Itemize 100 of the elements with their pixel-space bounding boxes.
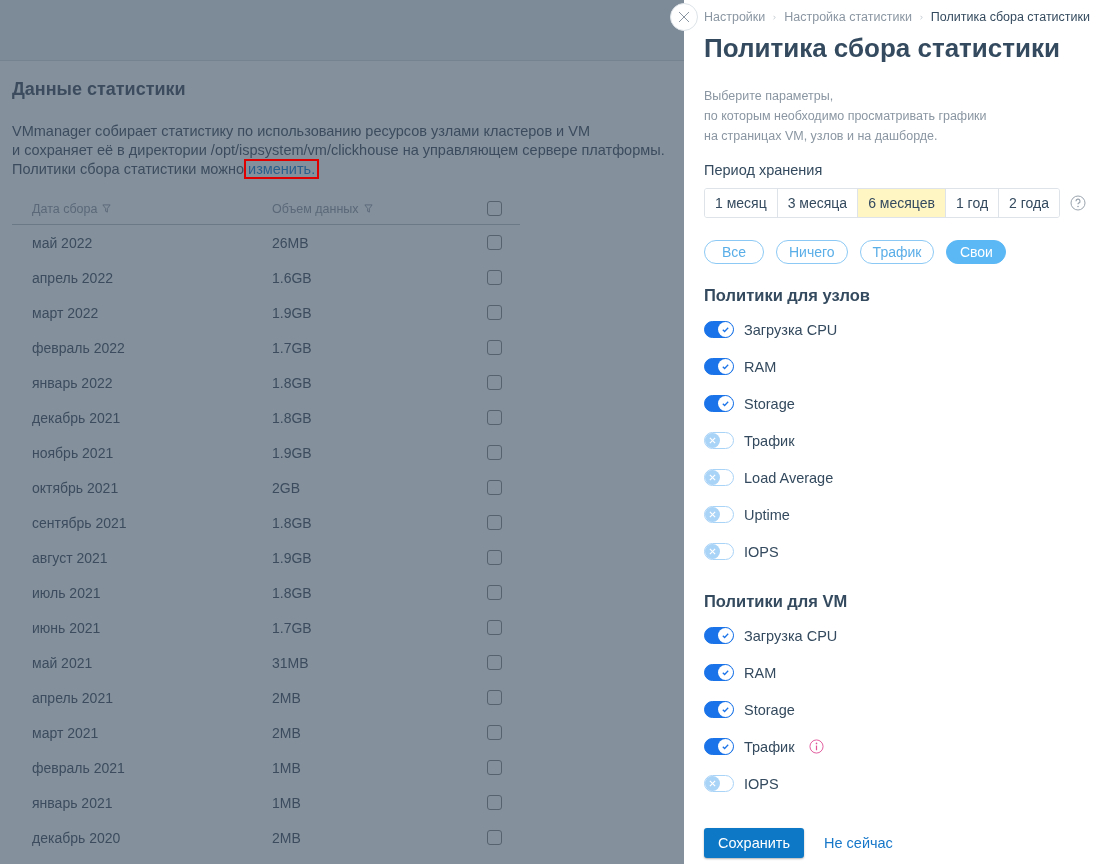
toggle-label: Load Average [744, 469, 834, 486]
date-cell-text: октябрь 2021 [32, 479, 120, 496]
date-cell-text: март 2021 [32, 724, 100, 741]
size-cell-text: 1MB [272, 794, 302, 811]
row-checkbox[interactable] [487, 620, 502, 635]
size-cell-text: 1.7GB [272, 339, 313, 356]
size-cell-text: 1.8GB [272, 584, 313, 601]
period-option[interactable]: 6 месяцев [857, 189, 945, 217]
breadcrumb[interactable]: Настройки [704, 10, 766, 24]
size-cell-text: 1.9GB [272, 304, 313, 321]
date-cell-text: май 2021 [32, 654, 94, 671]
check-icon [721, 631, 730, 640]
date-cell-text: январь 2022 [32, 374, 114, 391]
size-cell-text: 2MB [272, 724, 302, 741]
row-checkbox[interactable] [487, 340, 502, 355]
toggle-label: RAM [744, 664, 777, 681]
filter-icon[interactable] [102, 204, 112, 213]
toggle-label: Storage [744, 395, 795, 412]
cross-icon [709, 548, 716, 555]
size-cell-text: 2MB [272, 829, 302, 846]
cross-icon [709, 437, 716, 444]
toggle-label: Storage [744, 701, 795, 718]
toggle-label: Загрузка CPU [744, 321, 838, 338]
row-checkbox[interactable] [487, 760, 502, 775]
size-cell-text: 1.8GB [272, 514, 313, 531]
cross-icon [709, 474, 716, 481]
policy-note: Политики сбора статистики можно изменить. [12, 160, 672, 179]
check-icon [721, 362, 730, 371]
size-cell-text: 1.6GB [272, 269, 313, 286]
date-cell-text: апрель 2022 [32, 269, 114, 286]
row-checkbox[interactable] [487, 655, 502, 670]
breadcrumb[interactable]: Настройка статистики [784, 10, 912, 24]
size-cell-text: 1.9GB [272, 444, 313, 461]
toggle-label: IOPS [744, 775, 779, 792]
date-cell-text: декабрь 2020 [32, 829, 122, 846]
check-icon [721, 705, 730, 714]
row-checkbox[interactable] [487, 480, 502, 495]
row-checkbox[interactable] [487, 375, 502, 390]
toggle-switch[interactable] [704, 627, 734, 644]
size-cell-text: 31MB [272, 654, 310, 671]
date-cell-text: май 2022 [32, 234, 94, 251]
cancel-link[interactable]: Не сейчас [824, 835, 893, 851]
check-icon [721, 325, 730, 334]
toggle-switch[interactable] [704, 701, 734, 718]
description-text: и сохраняет её в директории /opt/ispsystem/vm/clickhouse на управляющем сервере платформы. [12, 141, 666, 160]
toggle-label: Трафик [744, 432, 795, 449]
panel-title: Политика сбора статистики [704, 32, 1061, 64]
check-icon [721, 399, 730, 408]
date-cell-text: июнь 2021 [32, 619, 102, 636]
row-checkbox[interactable] [487, 725, 502, 740]
date-cell-text: февраль 2021 [32, 759, 126, 776]
panel-description: Выберите параметры, по которым необходимо просматривать графики на страницах VM, узлов и на дашборде. [704, 88, 988, 145]
size-cell-text: 26MB [272, 234, 310, 251]
toggle-switch[interactable] [704, 664, 734, 681]
info-icon[interactable] [808, 739, 824, 754]
save-button[interactable]: Сохранить [704, 828, 804, 858]
preset-button[interactable]: Ничего [776, 240, 848, 264]
toggle-label: Uptime [744, 506, 790, 523]
filter-icon[interactable] [363, 204, 373, 213]
row-checkbox[interactable] [487, 515, 502, 530]
help-icon[interactable] [1070, 195, 1086, 211]
size-cell-text: 2GB [272, 479, 301, 496]
size-cell-text: 1.9GB [272, 549, 313, 566]
date-cell-text: апрель 2021 [32, 689, 114, 706]
size-cell-text: 1.7GB [272, 619, 313, 636]
row-checkbox[interactable] [487, 305, 502, 320]
toggle-switch[interactable] [704, 395, 734, 412]
preset-button[interactable]: Свои [946, 240, 1007, 264]
row-checkbox[interactable] [487, 550, 502, 565]
page-title: Данные статистики [12, 79, 187, 100]
section-title: Политики для VM [704, 592, 849, 611]
date-cell-text: декабрь 2021 [32, 409, 122, 426]
row-checkbox[interactable] [487, 235, 502, 250]
toggle-switch[interactable] [704, 321, 734, 338]
row-checkbox[interactable] [487, 795, 502, 810]
preset-button[interactable]: Трафик [859, 240, 935, 264]
row-checkbox[interactable] [487, 830, 502, 845]
period-option[interactable]: 2 года [998, 189, 1059, 217]
toggle-label: IOPS [744, 543, 779, 560]
row-checkbox[interactable] [487, 690, 502, 705]
date-cell-text: июль 2021 [32, 584, 102, 601]
toggle-label: Трафик [744, 738, 795, 755]
row-checkbox[interactable] [487, 585, 502, 600]
preset-button[interactable]: Все [704, 240, 764, 264]
size-cell-text: 1.8GB [272, 374, 313, 391]
toggle-switch[interactable] [704, 358, 734, 375]
row-checkbox[interactable] [487, 445, 502, 460]
change-link[interactable]: изменить. [244, 159, 320, 179]
select-all-checkbox[interactable] [487, 201, 502, 216]
date-cell-text: март 2022 [32, 304, 100, 321]
row-checkbox[interactable] [487, 270, 502, 285]
row-checkbox[interactable] [487, 410, 502, 425]
size-cell-text: 1MB [272, 759, 302, 776]
close-icon [678, 11, 690, 23]
toggle-switch[interactable] [704, 738, 734, 755]
date-cell-text: февраль 2022 [32, 339, 126, 356]
size-cell-text: 1.8GB [272, 409, 313, 426]
section-title: Политики для узлов [704, 286, 871, 305]
toggle-label: Загрузка CPU [744, 627, 838, 644]
date-cell-text: сентябрь 2021 [32, 514, 128, 531]
